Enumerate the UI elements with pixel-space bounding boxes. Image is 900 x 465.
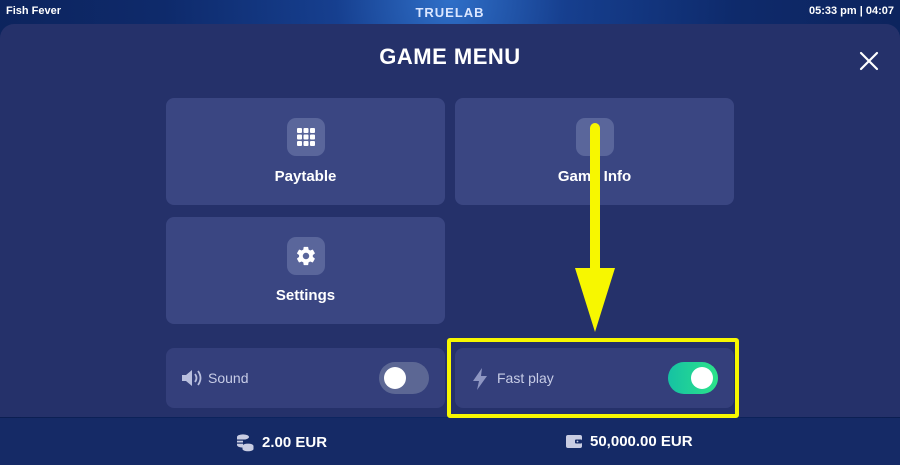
- bet-amount: 2.00 EUR: [262, 433, 328, 451]
- bet-display: 2.00 EUR: [235, 432, 327, 452]
- annotation-arrow: [575, 123, 615, 332]
- balance-amount: 50,000.00 EUR: [590, 432, 693, 450]
- coins-icon: [237, 434, 254, 452]
- bottom-bar: 2.00 EUR 50,000.00 EUR: [0, 418, 900, 465]
- balance-display: 50,000.00 EUR: [565, 432, 693, 450]
- wallet-icon: [566, 435, 582, 448]
